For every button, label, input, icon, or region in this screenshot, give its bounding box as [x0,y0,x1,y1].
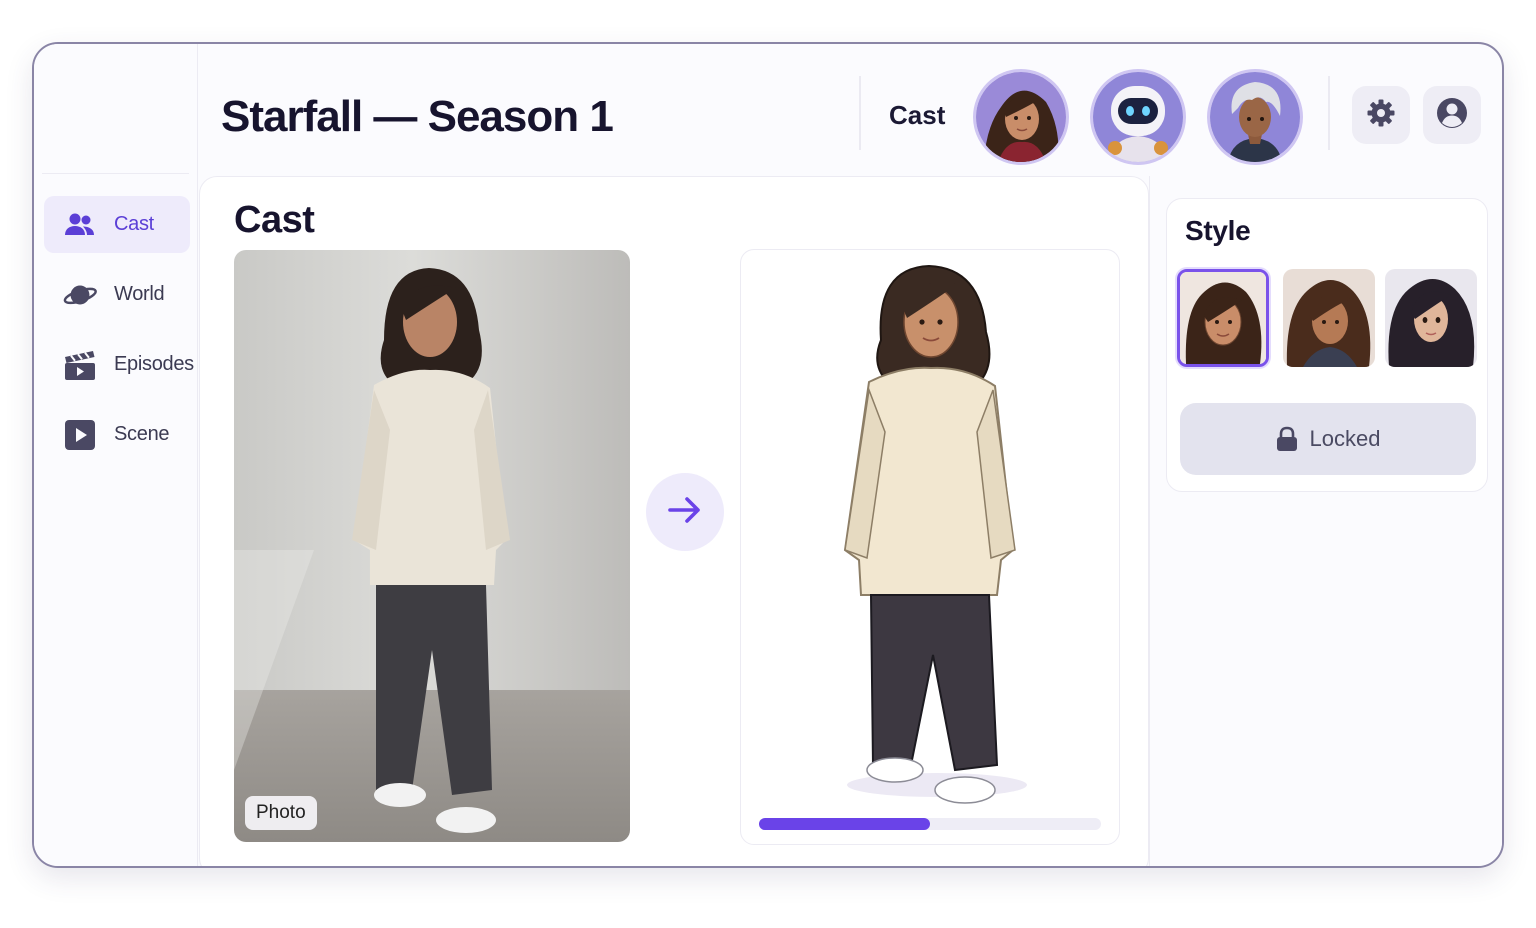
settings-button[interactable] [1352,86,1410,144]
locked-label: Locked [1309,426,1381,451]
style-thumb-2[interactable] [1283,269,1375,367]
profile-button[interactable] [1423,86,1481,144]
style-card: Style Locked [1166,198,1488,492]
convert-button[interactable] [646,473,724,551]
gear-icon [1366,98,1396,133]
people-icon [63,208,97,242]
main-panel: Cast Photo [199,176,1149,866]
user-circle-icon [1436,97,1468,134]
robot-avatar[interactable] [1090,69,1186,165]
planet-icon [63,278,97,312]
silver-hair-avatar[interactable] [1207,69,1303,165]
sidebar-item-label: Cast [114,213,154,235]
cast-label: Cast [889,100,946,130]
app-window: Cast World Episodes Scene Starfall — Sea… [32,42,1504,868]
lock-icon [1276,426,1298,452]
sidebar-item-label: World [114,283,165,305]
sidebar-top-area [42,44,189,174]
style-title: Style [1185,215,1251,246]
photo-tag: Photo [245,796,317,830]
woman-avatar[interactable] [973,69,1069,165]
arrow-right-icon [667,496,703,529]
page-title: Starfall — Season 1 [221,92,614,141]
progress-bar [759,818,1101,830]
sidebar: Cast World Episodes Scene [34,44,198,866]
play-icon [63,418,97,452]
progress-fill [759,818,930,830]
right-panel: Style Locked [1149,176,1502,866]
section-title: Cast [234,199,315,241]
clapperboard-icon [63,348,97,382]
sidebar-item-cast[interactable]: Cast [44,196,190,253]
sidebar-nav: Cast World Episodes Scene [44,196,194,476]
source-photo[interactable]: Photo [234,250,630,842]
header-divider [1328,76,1330,150]
sidebar-item-episodes[interactable]: Episodes [44,336,194,393]
style-thumb-3[interactable] [1385,269,1477,367]
sidebar-item-label: Scene [114,423,170,445]
header-divider [859,76,861,150]
header: Starfall — Season 1 Cast [199,44,1502,176]
sidebar-item-world[interactable]: World [44,266,190,323]
stylized-result[interactable] [740,249,1120,845]
locked-button[interactable]: Locked [1180,403,1476,475]
sidebar-item-scene[interactable]: Scene [44,406,190,463]
style-thumb-1[interactable] [1177,269,1269,367]
sidebar-item-label: Episodes [114,353,194,375]
